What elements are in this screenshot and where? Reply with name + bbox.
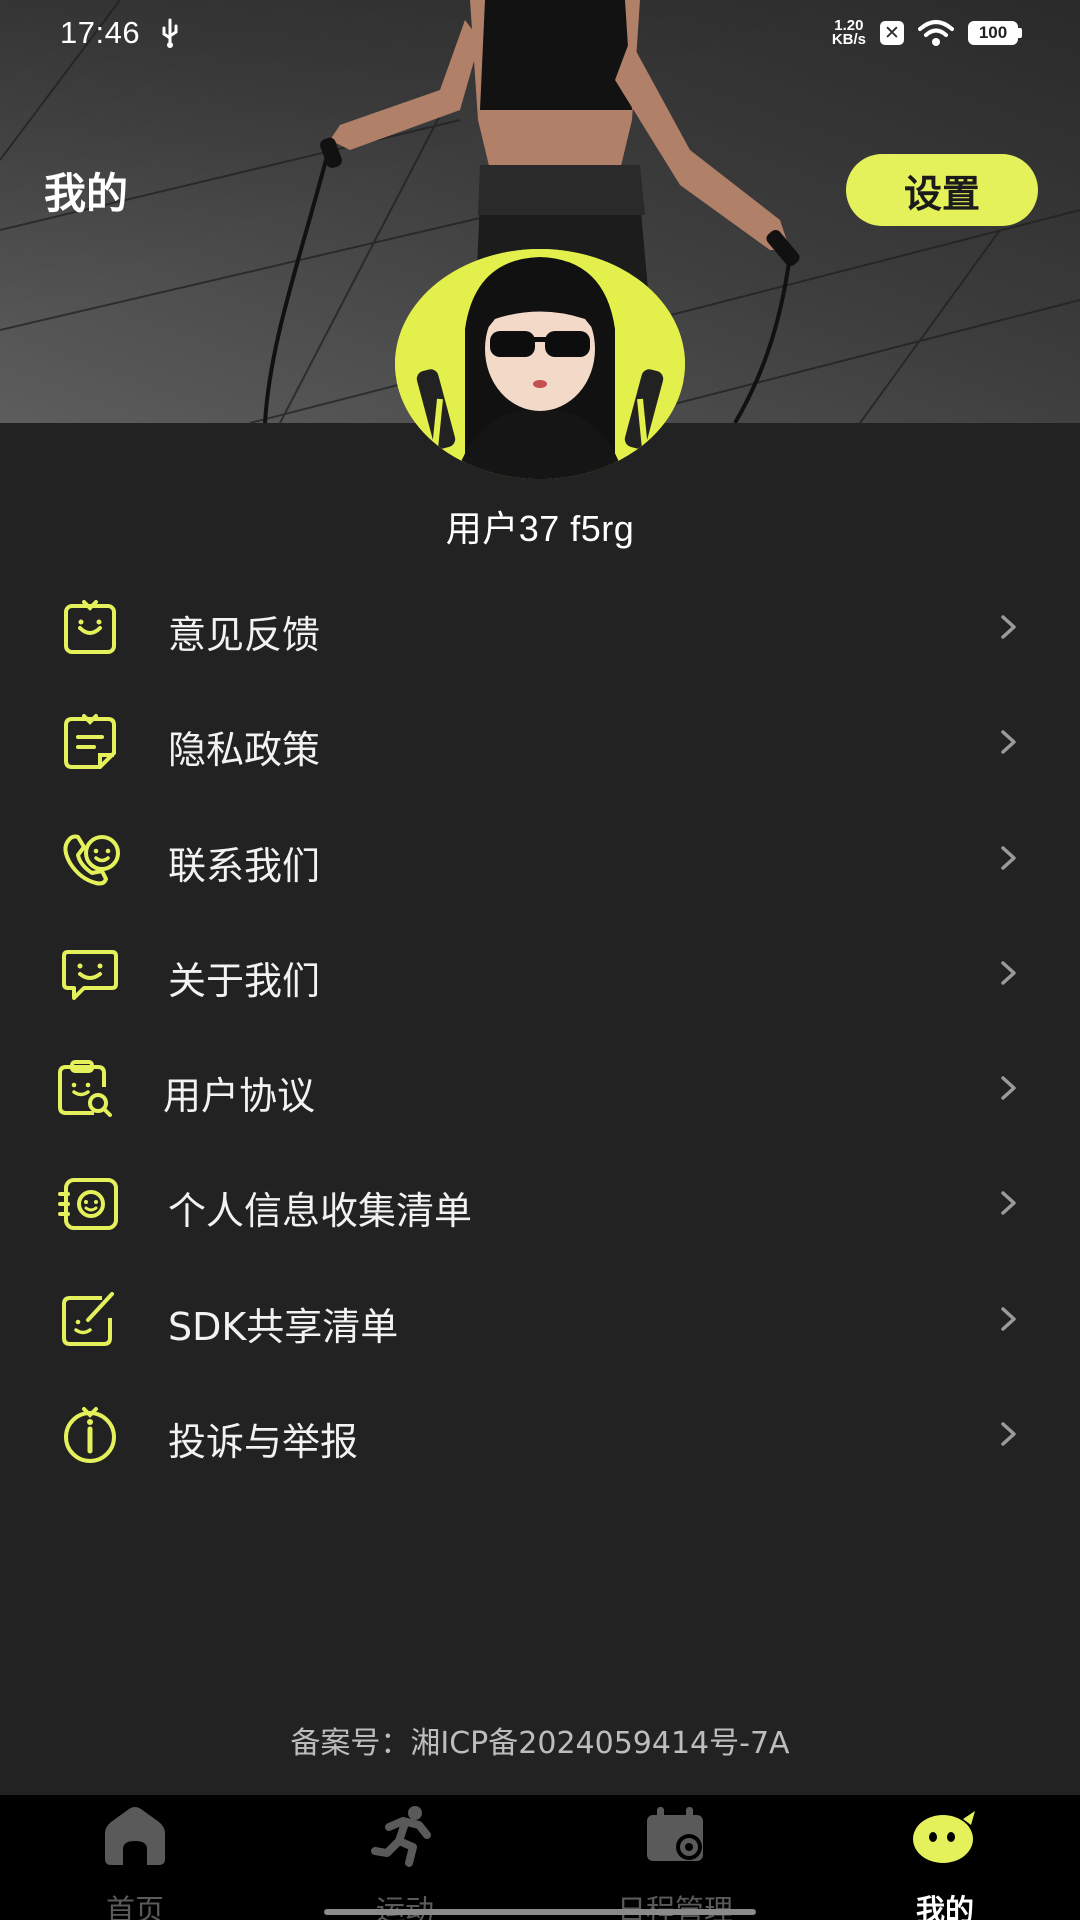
chevron-right-icon [1001, 845, 1016, 870]
menu-label: 关于我们 [168, 958, 321, 1003]
chevron-right-icon [1001, 1076, 1016, 1100]
page-title: 我的 [44, 169, 129, 218]
menu-label: 联系我们 [168, 843, 321, 888]
status-bar: 17:46 1.20 KB/s ✕ 100 [0, 0, 1080, 66]
tab-label: 我的 [915, 1893, 974, 1920]
menu-label: 隐私政策 [168, 728, 321, 773]
menu-item-contact-us[interactable]: 联系我们 [0, 799, 1080, 914]
tab-label: 运动 [375, 1893, 434, 1920]
home-icon [105, 1807, 165, 1865]
chevron-right-icon [1001, 615, 1016, 639]
phone-icon [63, 834, 120, 886]
settings-button[interactable]: 设置 [846, 154, 1038, 226]
menu-item-user-agreement[interactable]: 用户协议 [0, 1029, 1080, 1144]
agreement-search-icon [58, 1060, 112, 1118]
chevron-right-icon [1001, 730, 1016, 755]
checklist-icon [62, 1291, 114, 1346]
tab-schedule[interactable]: 日程管理 [540, 1795, 810, 1920]
chevron-right-icon [1001, 1422, 1016, 1446]
tab-label: 首页 [105, 1893, 164, 1920]
tab-sports[interactable]: 运动 [270, 1795, 540, 1920]
menu-label: 用户协议 [163, 1074, 316, 1119]
mine-face-icon [913, 1811, 975, 1863]
home-indicator[interactable] [324, 1909, 756, 1915]
calendar-icon [647, 1807, 703, 1861]
menu-label: 意见反馈 [168, 613, 321, 657]
chat-bubble-icon [62, 949, 118, 1000]
wifi-icon [918, 20, 954, 46]
status-time: 17:46 [60, 15, 141, 50]
battery-icon: 100 [968, 21, 1022, 45]
tab-label: 日程管理 [616, 1893, 733, 1920]
icp-record-text: 备案号：湘ICP备2024059414号-7A [290, 1726, 790, 1761]
x-notification-icon: ✕ [880, 21, 904, 45]
chevron-right-icon [1001, 1191, 1016, 1216]
menu-item-privacy-policy[interactable]: 隐私政策 [0, 683, 1080, 798]
usb-icon [162, 18, 178, 48]
personal-info-icon [58, 1178, 118, 1231]
tab-home[interactable]: 首页 [0, 1795, 270, 1920]
bottom-tab-bar: 首页 运动 日程管理 我的 [0, 1795, 1080, 1920]
menu-item-feedback[interactable]: 意见反馈 [0, 568, 1080, 683]
network-speed: 1.20 KB/s [831, 17, 866, 48]
avatar[interactable] [395, 249, 685, 479]
menu-label: 投诉与举报 [168, 1420, 359, 1465]
feedback-icon [64, 600, 116, 654]
menu-item-about-us[interactable]: 关于我们 [0, 914, 1080, 1029]
menu-item-personal-info-list[interactable]: 个人信息收集清单 [0, 1144, 1080, 1259]
chevron-right-icon [1001, 1307, 1016, 1331]
settings-menu: 意见反馈 隐私政策 联系我们 关于我们 用户协议 个人信息收集清单 SDK共享清… [0, 568, 1080, 1490]
chevron-right-icon [1001, 961, 1016, 985]
menu-item-sdk-list[interactable]: SDK共享清单 [0, 1260, 1080, 1375]
menu-label: 个人信息收集清单 [168, 1189, 473, 1234]
tab-mine[interactable]: 我的 [810, 1795, 1080, 1920]
menu-item-complaint-report[interactable]: 投诉与举报 [0, 1375, 1080, 1490]
info-icon [64, 1407, 116, 1464]
username: 用户37 f5rg [445, 508, 635, 549]
running-icon [371, 1806, 431, 1867]
menu-label: SDK共享清单 [168, 1304, 399, 1349]
privacy-policy-icon [64, 714, 116, 770]
